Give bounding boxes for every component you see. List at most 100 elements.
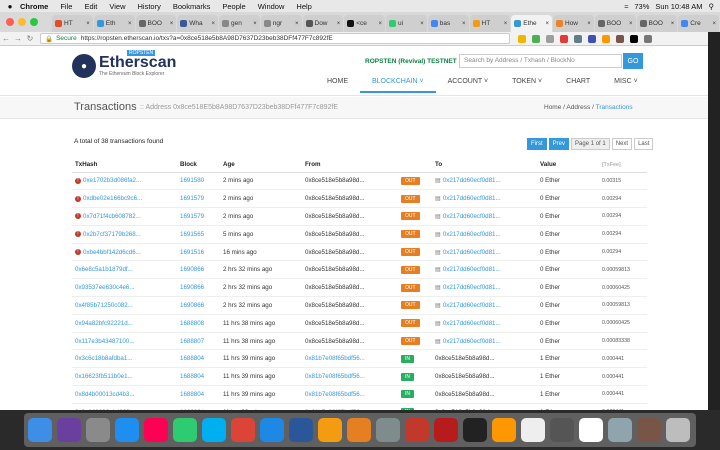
menu-help[interactable]: Help xyxy=(296,2,311,11)
menu-chrome[interactable]: Chrome xyxy=(20,2,48,11)
browser-tab[interactable]: ngr × xyxy=(260,15,302,32)
to-address[interactable]: ▤ 0x217dd60ecf0d81... xyxy=(432,314,537,333)
reload-icon[interactable]: ↻ xyxy=(24,34,36,43)
to-address[interactable]: ▤ 0x217dd60ecf0d81... xyxy=(432,225,537,244)
to-address[interactable]: ▤ 0x217dd60ecf0d81... xyxy=(432,207,537,226)
battery-percent[interactable]: 73% xyxy=(634,2,649,11)
tab-close-icon[interactable]: × xyxy=(378,21,382,27)
menubar-clock[interactable]: Sun 10:48 AM xyxy=(655,2,702,11)
trash-icon[interactable] xyxy=(666,418,690,442)
block-link[interactable]: 1691580 xyxy=(177,172,220,191)
menu-file[interactable]: File xyxy=(60,2,72,11)
from-address[interactable]: 0x81b7e08f65bdf56... xyxy=(302,385,398,404)
extension-icon[interactable] xyxy=(630,34,638,43)
from-address[interactable]: 0x8ce518e5b8a98d... xyxy=(302,172,398,191)
extension-icon[interactable] xyxy=(602,34,610,43)
from-address[interactable]: 0x8ce518e5b8a98d... xyxy=(302,278,398,298)
block-link[interactable]: 1688804 xyxy=(177,385,220,404)
tx-hash-cell[interactable]: ! 0x2b7cf37179b268... xyxy=(72,225,177,244)
search-go-button[interactable]: GO xyxy=(623,53,643,69)
from-address[interactable]: 0x8ce518e5b8a98d... xyxy=(302,260,398,280)
nav-home[interactable]: HOME xyxy=(315,74,360,93)
tx-hash-link[interactable]: 0x2b7cf37179b268... xyxy=(83,231,141,238)
bookmark-star-icon[interactable] xyxy=(518,34,526,43)
to-address[interactable]: ▤ 0x217dd60ecf0d81... xyxy=(432,189,537,209)
to-address[interactable]: ▤ 0x217dd60ecf0d81... xyxy=(432,332,537,351)
chrome-icon[interactable] xyxy=(231,418,255,442)
tab-close-icon[interactable]: × xyxy=(504,21,508,27)
menu-people[interactable]: People xyxy=(222,2,245,11)
sublime-icon[interactable] xyxy=(492,418,516,442)
tab-close-icon[interactable]: × xyxy=(211,21,215,27)
browser-tab[interactable]: HT × xyxy=(469,15,511,32)
next-page-button[interactable]: Next xyxy=(611,138,633,150)
vlc-icon[interactable] xyxy=(318,418,342,442)
last-page-button[interactable]: Last xyxy=(634,138,654,150)
word-icon[interactable] xyxy=(289,418,313,442)
browser-tab[interactable]: HT × xyxy=(52,15,93,32)
textedit-icon[interactable] xyxy=(521,418,545,442)
block-link[interactable]: 1690866 xyxy=(177,278,220,298)
tx-hash-link[interactable]: 0xdbe02e166bc9c6... xyxy=(83,195,142,202)
tx-hash-link[interactable]: 0x117e3b43487100... xyxy=(75,338,134,345)
to-address[interactable]: 0x8ce518e5b8a98d... xyxy=(432,349,537,369)
block-link[interactable]: 1691579 xyxy=(177,207,220,226)
tab-close-icon[interactable]: × xyxy=(671,21,675,27)
prev-page-button[interactable]: Prev xyxy=(548,138,570,150)
tx-hash-cell[interactable]: 0x94a82bfc92221d... xyxy=(72,314,177,333)
tab-close-icon[interactable]: × xyxy=(420,21,424,27)
to-address[interactable]: ▤ 0x217dd60ecf0d81... xyxy=(432,260,537,280)
tab-close-icon[interactable]: × xyxy=(462,21,466,27)
tx-hash-link[interactable]: 0x7d71f4cb608782... xyxy=(83,213,141,220)
extension-icon[interactable] xyxy=(560,34,568,43)
tx-hash-cell[interactable]: 0x93537ee630c4e6... xyxy=(72,278,177,298)
tab-close-icon[interactable]: × xyxy=(545,21,549,27)
search-input[interactable]: Search by Address / Txhash / BlockNo xyxy=(459,54,622,68)
menu-edit[interactable]: Edit xyxy=(84,2,97,11)
from-address[interactable]: 0x8ce518e5b8a98d... xyxy=(302,243,398,262)
tx-hash-cell[interactable]: 0x2e866696eb4300... xyxy=(72,403,177,410)
extension-icon[interactable] xyxy=(546,34,554,43)
apple-menu-icon[interactable]: ● xyxy=(0,2,20,11)
browser-tab[interactable]: gen × xyxy=(219,15,260,32)
tx-hash-cell[interactable]: ! 0xbe4bbf142d6cd6... xyxy=(72,243,177,262)
to-address[interactable]: 0x8ce518e5b8a98d... xyxy=(432,403,537,410)
from-address[interactable]: 0x8ce518e5b8a98d... xyxy=(302,332,398,351)
launchpad-icon[interactable] xyxy=(86,418,110,442)
breadcrumb-home[interactable]: Home xyxy=(544,104,561,111)
back-arrow-icon[interactable]: ← xyxy=(0,34,12,43)
browser-tab[interactable]: Ethe × xyxy=(511,15,552,32)
forward-arrow-icon[interactable]: → xyxy=(12,34,24,43)
to-address[interactable]: ▤ 0x217dd60ecf0d81... xyxy=(432,278,537,298)
menu-window[interactable]: Window xyxy=(258,2,285,11)
block-link[interactable]: 1690866 xyxy=(177,296,220,315)
tx-hash-cell[interactable]: 0x3c6c18b8afdba1... xyxy=(72,349,177,369)
block-link[interactable]: 1691579 xyxy=(177,189,220,209)
activity-icon[interactable] xyxy=(550,418,574,442)
url-field[interactable]: 🔒 Secure https://ropsten.etherscan.io/tx… xyxy=(40,33,510,44)
browser-tab[interactable]: BOO × xyxy=(636,15,678,32)
chrome-menu-icon[interactable] xyxy=(644,34,652,43)
tx-hash-cell[interactable]: 0x8d4b00013cd4b3... xyxy=(72,385,177,404)
browser-tab[interactable]: Cre × xyxy=(678,15,719,32)
block-link[interactable]: 1691565 xyxy=(177,225,220,244)
from-address[interactable]: 0x8ce518e5b8a98d... xyxy=(302,296,398,315)
browser-tab[interactable]: Eth × xyxy=(93,15,135,32)
finder-icon[interactable] xyxy=(28,418,52,442)
to-address[interactable]: ▤ 0x217dd60ecf0d81... xyxy=(432,172,537,191)
downloads-icon[interactable] xyxy=(637,418,661,442)
tab-close-icon[interactable]: × xyxy=(86,21,90,27)
browser-tab[interactable]: Wha × xyxy=(177,15,218,32)
calendar-icon[interactable] xyxy=(579,418,603,442)
menu-bookmarks[interactable]: Bookmarks xyxy=(173,2,211,11)
from-address[interactable]: 0x81b7e08f65bdf56... xyxy=(302,403,398,410)
block-link[interactable]: 1688808 xyxy=(177,314,220,333)
from-address[interactable]: 0x8ce518e5b8a98d... xyxy=(302,225,398,244)
spotlight-icon[interactable]: ⚲ xyxy=(709,2,715,11)
tx-hash-link[interactable]: 0xe1702b3d086fa2... xyxy=(83,177,141,184)
etherscan-logo[interactable]: ● Etherscan The Ethereum Block Explorer … xyxy=(72,50,176,78)
browser-tab[interactable]: ui × xyxy=(386,15,427,32)
block-link[interactable]: 1691516 xyxy=(177,243,220,262)
tx-hash-link[interactable]: 0x16623fb511b0e1... xyxy=(75,373,133,380)
to-address[interactable]: ▤ 0x217dd60ecf0d81... xyxy=(432,243,537,262)
